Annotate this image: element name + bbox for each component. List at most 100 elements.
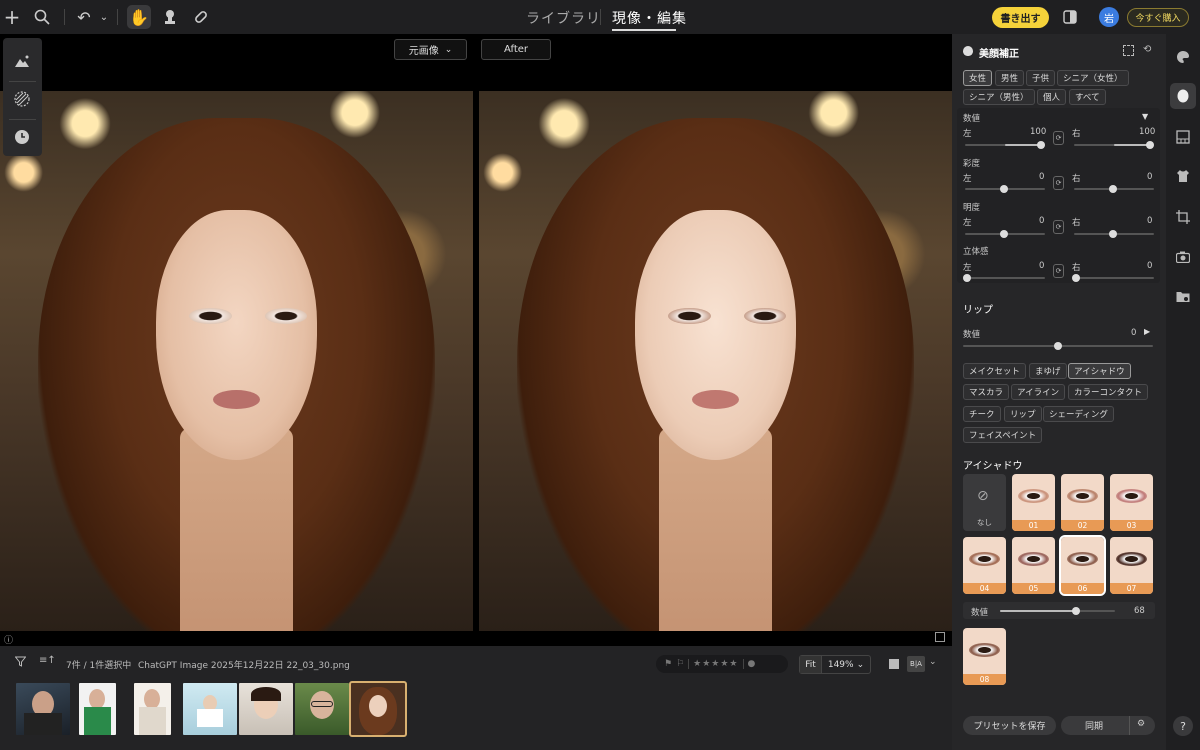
thumbnail-selected[interactable] (349, 681, 407, 737)
chip-child[interactable]: 子供 (1026, 70, 1056, 86)
panel-toggle-icon[interactable] (935, 632, 945, 642)
folder-settings-icon[interactable] (1174, 288, 1192, 306)
flag-icon[interactable]: ⚑ (664, 659, 672, 669)
chip-all[interactable]: すべて (1069, 89, 1106, 105)
chip-senior-male[interactable]: シニア（男性） (963, 89, 1035, 105)
background-icon[interactable] (1174, 128, 1192, 146)
slider-knob[interactable] (1109, 230, 1117, 238)
collapse-triangle-icon[interactable]: ▼ (1142, 112, 1148, 121)
thumbnail[interactable] (183, 683, 237, 735)
hand-tool-button[interactable]: ✋ (127, 5, 151, 29)
zoom-control[interactable]: Fit 149% ⌄ (799, 655, 871, 674)
thumbnail[interactable] (79, 683, 116, 735)
camera-icon[interactable] (1174, 248, 1192, 266)
face-detect-icon[interactable] (1123, 45, 1134, 56)
filter-icon[interactable] (14, 656, 27, 670)
reset-icon[interactable]: ⟲ (1143, 44, 1151, 55)
link-icon[interactable]: ⟳ (1053, 220, 1064, 234)
settings-icon[interactable]: ⚙ (1137, 719, 1145, 729)
export-button[interactable]: 書き出す (992, 7, 1049, 28)
link-icon[interactable]: ⟳ (1053, 131, 1064, 145)
slider-knob[interactable] (1000, 185, 1008, 193)
help-icon[interactable]: ? (1173, 716, 1193, 736)
eyeshadow-none-tile[interactable]: ⊘ なし (963, 474, 1006, 531)
sort-icon[interactable]: ≡↑ (39, 655, 56, 666)
auto-enhance-icon[interactable] (13, 52, 31, 70)
clothing-icon[interactable] (1174, 167, 1192, 185)
chip-face-paint[interactable]: フェイスペイント (963, 427, 1043, 443)
slider-knob[interactable] (1037, 141, 1045, 149)
tab-library[interactable]: ライブラリ (526, 8, 601, 28)
history-icon[interactable] (13, 128, 31, 146)
chip-color-contact[interactable]: カラーコンタクト (1068, 384, 1149, 400)
eyeshadow-tile-selected[interactable]: 06 (1059, 535, 1106, 596)
chevron-down-icon[interactable]: ⌄ (94, 7, 114, 27)
thumbnail[interactable] (16, 683, 70, 735)
chip-individual[interactable]: 個人 (1037, 89, 1067, 105)
thumb-body (84, 707, 111, 735)
chip-cheek[interactable]: チーク (963, 406, 1001, 422)
thumbnail[interactable] (239, 683, 293, 735)
crop-icon[interactable] (1174, 208, 1192, 226)
search-icon[interactable] (32, 7, 52, 27)
color-label-icon[interactable]: ● (748, 659, 756, 669)
link-icon[interactable]: ⟳ (1053, 264, 1064, 278)
chip-lip[interactable]: リップ (1004, 406, 1042, 422)
rating-bar[interactable]: ⚑ ⚐ ★★★★★ ● (656, 655, 788, 673)
info-icon[interactable]: ⓘ (4, 633, 13, 646)
slider-knob[interactable] (1146, 141, 1154, 149)
slider-knob[interactable] (1109, 185, 1117, 193)
slider-knob[interactable] (1072, 607, 1080, 615)
stamp-icon[interactable] (160, 7, 180, 27)
thumbnail[interactable] (134, 683, 171, 735)
face-retouch-icon[interactable] (1174, 87, 1192, 105)
eyeshadow-tile[interactable]: 04 (963, 537, 1006, 594)
play-triangle-icon[interactable]: ▶ (1144, 327, 1150, 336)
thumb-face (369, 695, 387, 717)
slider-knob[interactable] (1072, 274, 1080, 282)
chip-makeup-set[interactable]: メイクセット (963, 363, 1026, 379)
undo-icon[interactable]: ↶ (74, 7, 94, 27)
avatar[interactable]: 岩 (1099, 7, 1119, 27)
slider-knob[interactable] (963, 274, 971, 282)
chip-male[interactable]: 男性 (995, 70, 1025, 86)
slider-track[interactable] (1074, 277, 1154, 279)
before-after-view-icon[interactable]: B|A (907, 656, 925, 672)
param-name: 立体感 (963, 247, 989, 257)
eyeshadow-tile[interactable]: 02 (1061, 474, 1104, 531)
star-rating[interactable]: ★★★★★ (693, 659, 738, 669)
slider-knob[interactable] (1000, 230, 1008, 238)
fit-button[interactable]: Fit (800, 656, 822, 673)
add-icon[interactable]: + (2, 5, 22, 29)
save-preset-button[interactable]: プリセットを保存 (963, 716, 1056, 735)
eyeshadow-tile[interactable]: 01 (1012, 474, 1055, 531)
thumb-face (144, 689, 160, 709)
bandage-icon[interactable] (191, 7, 211, 27)
chip-eyebrow[interactable]: まゆげ (1029, 363, 1067, 379)
chip-shading[interactable]: シェーディング (1043, 406, 1114, 422)
chip-eyeshadow[interactable]: アイシャドウ (1068, 363, 1131, 379)
chip-female[interactable]: 女性 (963, 70, 993, 86)
chevron-down-icon[interactable]: ⌄ (929, 657, 937, 667)
palette-icon[interactable] (1174, 48, 1192, 66)
single-view-icon[interactable] (889, 659, 899, 669)
before-select[interactable]: 元画像 ⌄ (394, 39, 467, 60)
eyeshadow-tile[interactable]: 05 (1012, 537, 1055, 594)
eyeshadow-custom-tile[interactable]: 08 (963, 628, 1006, 685)
slider-knob[interactable] (1054, 342, 1062, 350)
image-canvas[interactable]: 元画像 ⌄ After (0, 34, 952, 646)
reject-flag-icon[interactable]: ⚐ (676, 659, 684, 669)
chip-eyeliner[interactable]: アイライン (1011, 384, 1066, 400)
zoom-select[interactable]: 149% ⌄ (822, 656, 870, 673)
slider-track[interactable] (965, 277, 1045, 279)
sidebar-toggle-icon[interactable] (1060, 7, 1080, 27)
buy-now-button[interactable]: 今すぐ購入 (1127, 8, 1189, 27)
noise-icon[interactable] (13, 90, 31, 108)
eyeshadow-tile[interactable]: 07 (1110, 537, 1153, 594)
thumbnail[interactable] (295, 683, 349, 735)
chip-mascara[interactable]: マスカラ (963, 384, 1010, 400)
tab-develop[interactable]: 現像・編集 (612, 8, 687, 28)
eyeshadow-tile[interactable]: 03 (1110, 474, 1153, 531)
chip-senior-female[interactable]: シニア（女性） (1057, 70, 1129, 86)
link-icon[interactable]: ⟳ (1053, 176, 1064, 190)
